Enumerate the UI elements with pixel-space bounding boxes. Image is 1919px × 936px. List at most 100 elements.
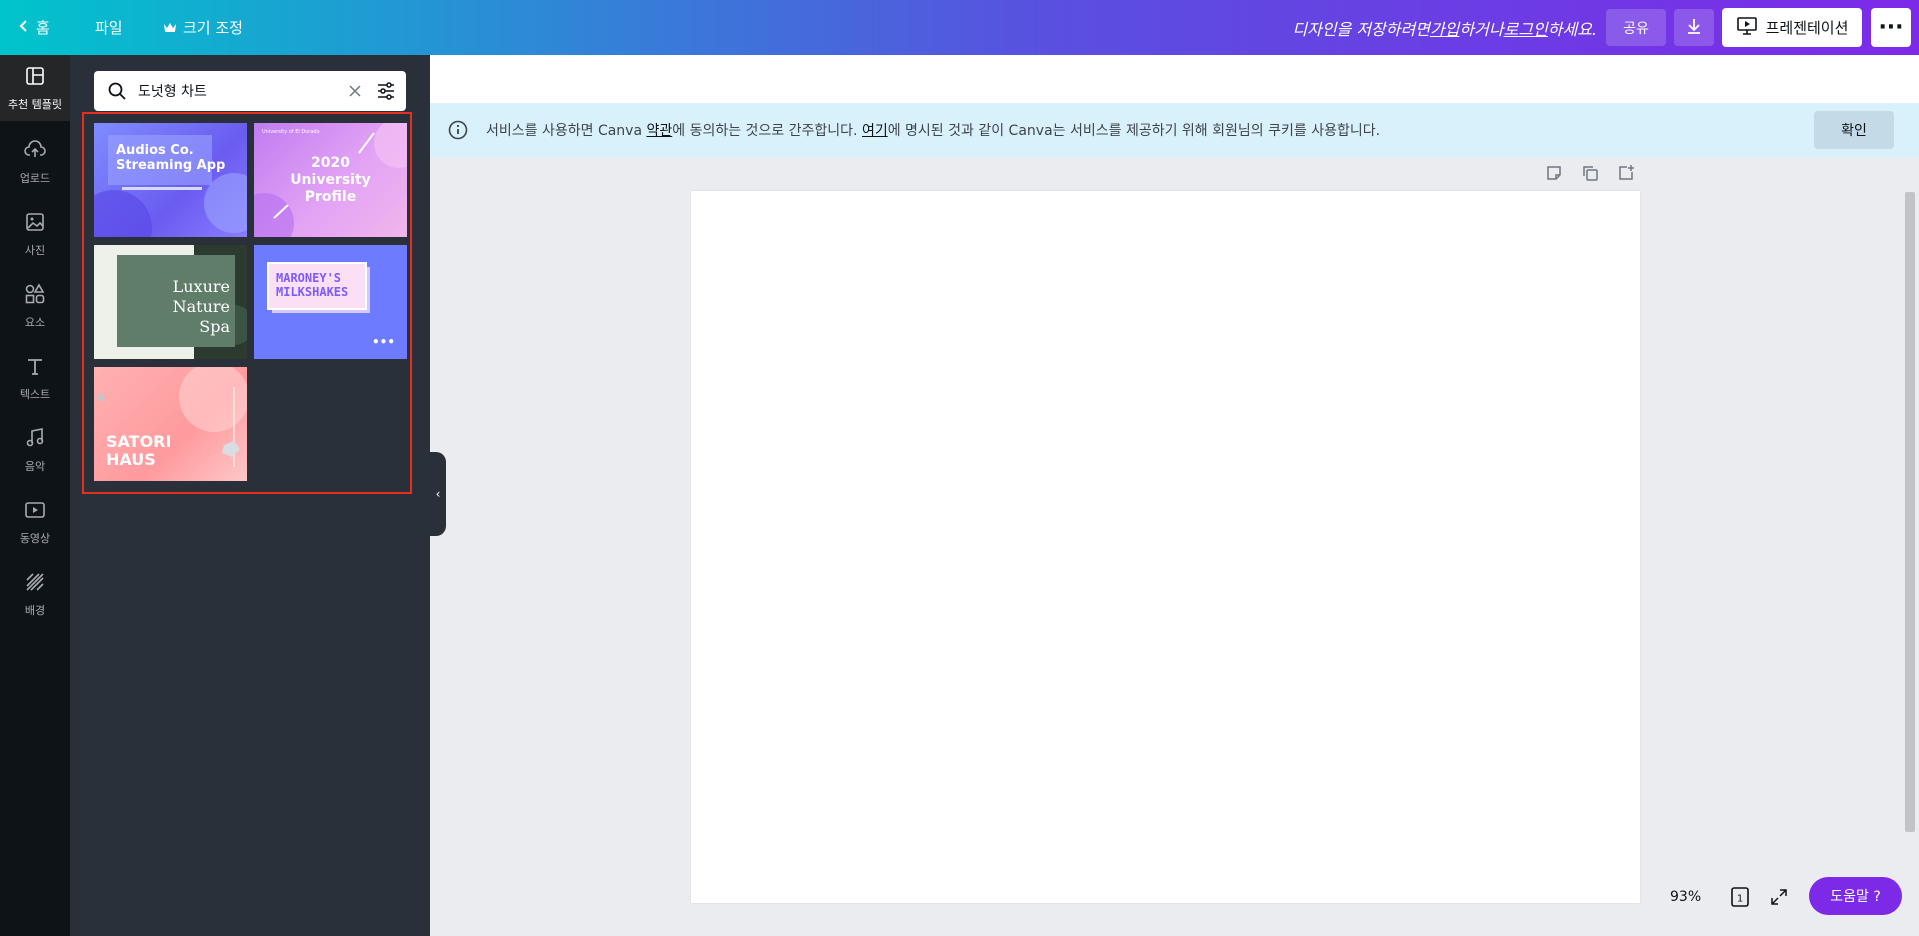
terms-link[interactable]: 약관 [646,123,672,139]
search-box [94,71,406,111]
rail-item-music[interactable]: 음악 [0,417,70,483]
note-icon[interactable] [1544,163,1564,183]
home-label: 홈 [36,19,50,37]
rail-item-templates[interactable]: 추천 템플릿 [0,55,70,121]
template-title: Nature Spa [172,297,230,336]
save-prompt: 디자인을 저장하려면 가입 하거나 로그인 하세요. [1292,0,1597,55]
file-menu-button[interactable]: 파일 [95,0,123,55]
zoom-level[interactable]: 93% [1670,889,1710,905]
rail-item-label: 사진 [24,243,46,257]
signup-link[interactable]: 가입 [1430,16,1459,40]
rail-item-text[interactable]: 텍스트 [0,345,70,411]
save-prompt-text: 하거나 [1459,19,1504,39]
text-icon [24,355,46,380]
present-label: 프레젠테이션 [1765,19,1849,37]
presentation-icon [1736,16,1758,40]
notice-text: 서비스를 사용하면 Canva [486,123,647,139]
page-tools [1544,163,1636,183]
cookie-notice-text: 서비스를 사용하면 Canva 약관에 동의하는 것으로 간주합니다. 여기에 … [486,120,1380,140]
template-subtitle: University of El Dorado [262,129,320,135]
template-icon [24,65,46,90]
present-button[interactable]: 프레젠테이션 [1722,8,1862,47]
template-title: Streaming App [116,158,226,173]
search-icon [106,80,128,102]
rail-item-label: 동영상 [19,531,51,545]
more-icon: ··· [1878,15,1904,40]
template-title: HAUS [106,450,156,469]
photo-icon [24,211,46,236]
filter-icon[interactable] [374,79,398,103]
notice-text: 에 명시된 것과 같이 Canva는 서비스를 제공하기 위해 회원님의 쿠키를… [887,123,1381,139]
rail-item-label: 업로드 [19,171,51,185]
add-page-icon[interactable] [1616,163,1636,183]
music-icon [24,427,46,452]
share-button[interactable]: 공유 [1606,9,1666,46]
template-title: MILKSHAKES [276,285,349,299]
top-bar: 홈 파일 크기 조정 디자인을 저장하려면 가입 하거나 로그인 하세요. 공유… [0,0,1919,55]
download-icon [1685,17,1703,39]
rail-item-photos[interactable]: 사진 [0,201,70,267]
template-thumbnail-audios[interactable]: Audios Co. Streaming App [94,123,247,237]
resize-button[interactable]: 크기 조정 [163,0,243,55]
help-label: 도움말 ? [1830,889,1881,905]
template-more-icon[interactable]: ••• [372,335,395,349]
fullscreen-icon[interactable] [1768,886,1790,908]
here-link[interactable]: 여기 [862,123,888,139]
home-button[interactable]: 홈 [18,0,50,55]
page-count: 1 [1737,894,1743,905]
rail-item-label: 추천 템플릿 [7,97,63,111]
template-title: Audios Co. [116,143,194,158]
rail-item-video[interactable]: 동영상 [0,489,70,555]
design-canvas[interactable] [691,191,1640,903]
confirm-label: 확인 [1841,123,1867,139]
template-title: SATORI [106,432,172,451]
more-options-button[interactable]: ··· [1871,8,1911,47]
crown-icon [163,19,177,37]
collapse-panel-button[interactable]: ‹ [430,452,446,536]
help-button[interactable]: 도움말 ? [1809,877,1902,915]
info-icon [448,120,468,140]
resize-label: 크기 조정 [183,19,243,37]
elements-icon [24,282,46,308]
file-label: 파일 [95,19,123,37]
rail-item-label: 배경 [24,603,46,617]
confirm-button[interactable]: 확인 [1814,111,1894,149]
template-thumbnail-milkshakes[interactable]: MARONEY'S MILKSHAKES ••• [254,245,407,359]
template-title: MARONEY'S [276,271,342,285]
rail-item-label: 음악 [24,459,46,473]
vertical-scrollbar[interactable] [1903,160,1917,924]
duplicate-page-icon[interactable] [1580,163,1600,183]
horizontal-scrollbar[interactable] [430,922,1903,936]
login-link[interactable]: 로그인 [1504,16,1548,40]
editor-toolbar [430,55,1919,104]
notice-text: 에 동의하는 것으로 간주합니다. [672,123,862,139]
download-button[interactable] [1674,9,1714,46]
rail-item-label: 텍스트 [19,387,51,401]
chevron-left-icon: ‹ [435,487,441,501]
template-thumbnail-spa[interactable]: Luxure Nature Spa [94,245,247,359]
rail-item-label: 요소 [24,315,46,329]
save-prompt-text: 디자인을 저장하려면 [1292,19,1430,39]
template-title: Profile [304,189,357,205]
template-title: Luxure [172,277,230,296]
left-rail: 추천 템플릿 업로드 사진 요소 텍스트 음악 동영상 배경 [0,55,70,936]
rail-item-upload[interactable]: 업로드 [0,129,70,195]
template-thumbnail-satori[interactable]: SATORI HAUS [94,367,247,481]
chevron-left-icon [18,19,30,37]
zoom-bar: 93% 1 [1645,873,1805,921]
page-count-button[interactable]: 1 [1728,885,1752,909]
template-title: 2020 [311,155,350,171]
cookie-notice: 서비스를 사용하면 Canva 약관에 동의하는 것으로 간주합니다. 여기에 … [430,103,1919,157]
rail-item-elements[interactable]: 요소 [0,273,70,339]
search-input[interactable] [136,82,344,100]
save-prompt-text: 하세요. [1547,19,1597,39]
template-thumbnail-university[interactable]: University of El Dorado 2020 University … [254,123,407,237]
share-label: 공유 [1623,20,1649,37]
video-icon [24,499,46,524]
clear-search-icon[interactable] [344,80,366,102]
template-title: University [290,172,371,188]
upload-cloud-icon [24,139,46,164]
background-icon [24,571,46,596]
scrollbar-thumb[interactable] [1905,192,1915,832]
rail-item-background[interactable]: 배경 [0,561,70,627]
